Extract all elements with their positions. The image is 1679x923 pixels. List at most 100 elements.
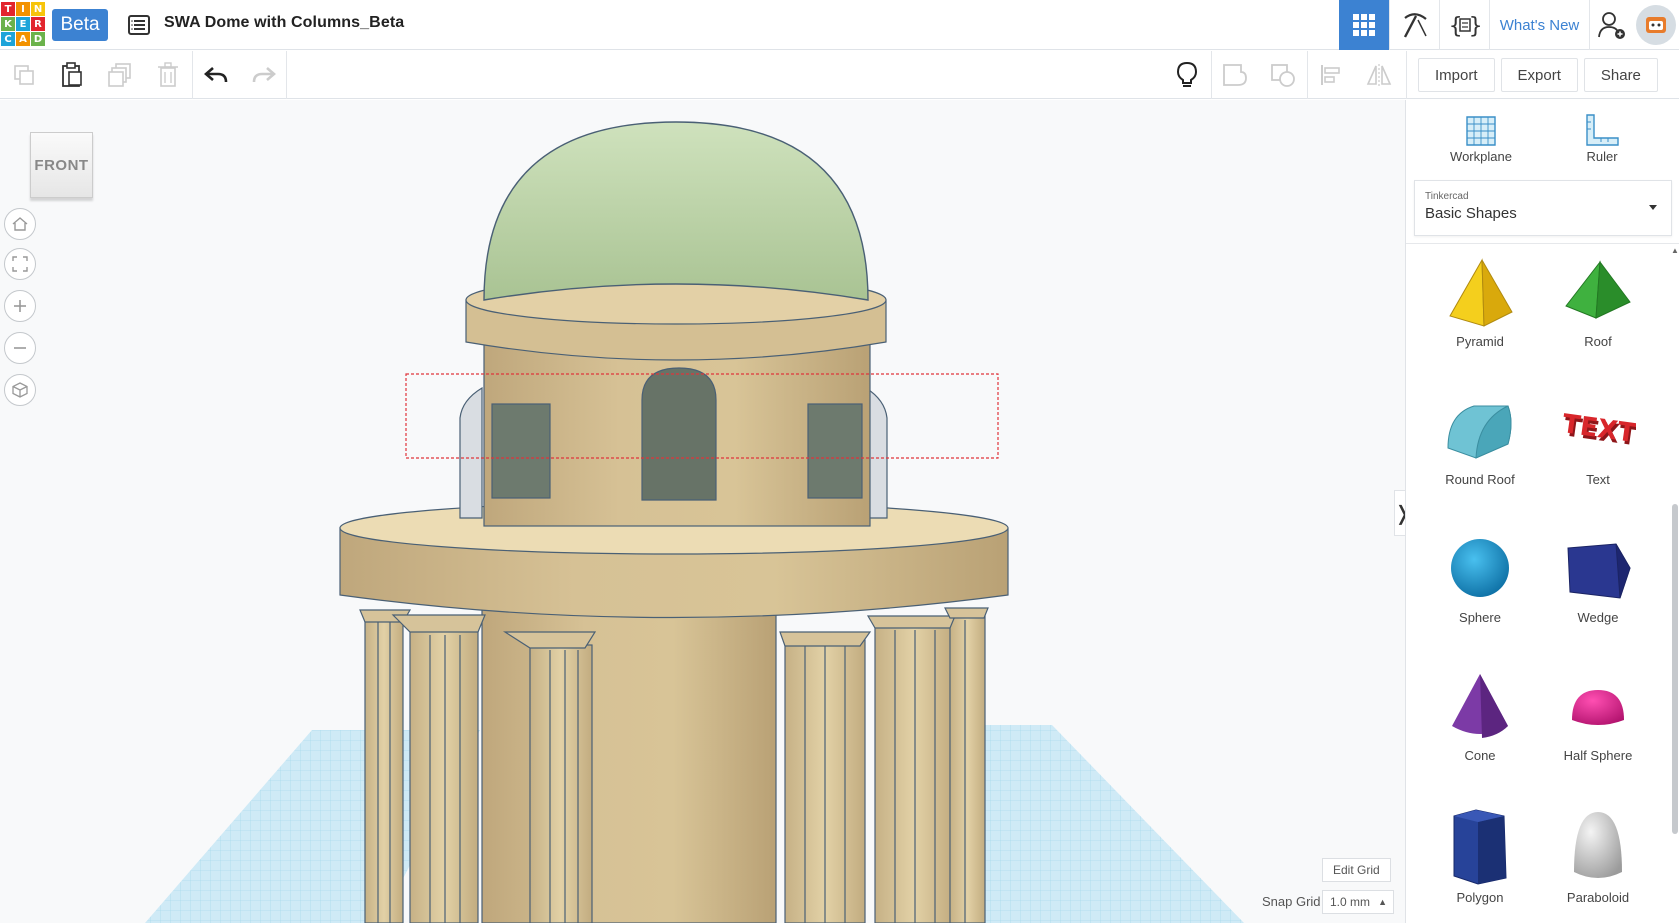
shapes-scrollbar[interactable]: ▲ [1669, 246, 1679, 923]
cube-icon [12, 382, 28, 398]
logo-letter: N [31, 2, 45, 16]
shape-sphere[interactable]: Sphere [1421, 522, 1539, 656]
shape-wedge[interactable]: Wedge [1539, 522, 1657, 656]
logo-letter: K [1, 17, 15, 31]
design-list-icon[interactable] [127, 13, 151, 37]
edit-actions [0, 51, 192, 99]
half-sphere-icon [1572, 690, 1624, 725]
panel-divider [1406, 243, 1679, 244]
history-actions [192, 51, 288, 99]
3d-design-view-button[interactable] [1339, 0, 1389, 50]
whats-new-link[interactable]: What's New [1489, 0, 1589, 50]
mirror-button[interactable] [1355, 51, 1403, 99]
shape-label: Wedge [1577, 610, 1619, 625]
paste-icon [62, 62, 82, 87]
user-avatar-button[interactable] [1633, 0, 1679, 50]
align-button[interactable] [1307, 51, 1355, 99]
duplicate-button[interactable] [96, 51, 144, 99]
zoom-out-button[interactable] [4, 332, 36, 364]
copy-button[interactable] [0, 51, 48, 99]
tinkercad-logo[interactable]: T I N K E R C A D [0, 1, 45, 47]
shape-pyramid[interactable]: Pyramid [1421, 246, 1539, 380]
svg-text:}: } [1469, 14, 1481, 39]
pickaxe-icon [1403, 13, 1427, 38]
grid-icon [1353, 14, 1375, 36]
toolbar-divider [286, 51, 287, 99]
minus-icon [14, 347, 26, 349]
text-shape-icon: TEXTTEXT [1560, 409, 1636, 452]
home-view-button[interactable] [4, 208, 36, 240]
copy-icon [14, 65, 34, 85]
fit-icon [12, 256, 28, 272]
shape-label: Cone [1464, 748, 1496, 763]
shapes-panel: Workplane Ruler Tinkercad Basic Shapes P… [1405, 100, 1679, 923]
shape-text[interactable]: TEXT TEXT Text [1539, 384, 1657, 518]
invite-user-button[interactable] [1589, 0, 1633, 50]
snap-grid-select[interactable]: 1.0 mm ▲ [1322, 890, 1394, 914]
caret-down-icon [1649, 205, 1657, 210]
shape-label: Half Sphere [1563, 748, 1633, 763]
shape-label: Text [1586, 472, 1610, 487]
projection-toggle-button[interactable] [4, 374, 36, 406]
shape-paraboloid[interactable]: Paraboloid [1539, 798, 1657, 923]
ungroup-button[interactable] [1259, 51, 1307, 99]
ruler-label: Ruler [1586, 149, 1618, 164]
code-braces-icon: {} [1449, 14, 1481, 39]
codeblocks-view-button[interactable]: {} [1439, 0, 1489, 50]
workplane-icon [1466, 116, 1496, 146]
undo-button[interactable] [192, 51, 240, 99]
ruler-tool[interactable]: Ruler [1542, 100, 1662, 170]
scene-canvas[interactable] [0, 100, 1405, 923]
shape-library-select[interactable]: Tinkercad Basic Shapes [1414, 180, 1672, 236]
align-icon [1321, 65, 1340, 85]
paraboloid-icon [1574, 812, 1622, 878]
roof-icon [1565, 260, 1631, 319]
paste-button[interactable] [48, 51, 96, 99]
duplicate-icon [108, 63, 131, 87]
delete-button[interactable] [144, 51, 192, 99]
toolbar-divider [1211, 51, 1212, 99]
library-name: Basic Shapes [1425, 205, 1517, 222]
export-button[interactable]: Export [1500, 58, 1578, 92]
undo-icon [204, 67, 228, 83]
3d-viewport[interactable]: FRONT Edit Grid Snap Grid 1.0 mm ▲ [0, 100, 1405, 923]
workplane-tool[interactable]: Workplane [1421, 100, 1541, 170]
pyramid-icon [1449, 258, 1513, 327]
top-header: T I N K E R C A D Beta SWA Dome with Col… [0, 0, 1679, 50]
scrollbar-thumb[interactable] [1672, 504, 1678, 834]
group-button[interactable] [1211, 51, 1259, 99]
view-cube[interactable]: FRONT [30, 132, 93, 198]
shape-label: Sphere [1459, 610, 1501, 625]
share-button[interactable]: Share [1583, 58, 1658, 92]
blocks-view-button[interactable] [1389, 0, 1439, 50]
logo-letter: I [16, 2, 30, 16]
redo-button[interactable] [240, 51, 288, 99]
wedge-icon [1567, 543, 1631, 599]
shape-roof[interactable]: Roof [1539, 246, 1657, 380]
caret-up-icon: ▲ [1378, 897, 1387, 907]
import-button[interactable]: Import [1418, 58, 1495, 92]
shape-cone[interactable]: Cone [1421, 660, 1539, 794]
edit-toolbar: Import Export Share [0, 51, 1679, 99]
dome[interactable] [483, 121, 869, 301]
shape-polygon[interactable]: Polygon [1421, 798, 1539, 923]
shape-half-sphere[interactable]: Half Sphere [1539, 660, 1657, 794]
scroll-up-icon[interactable]: ▲ [1671, 246, 1679, 255]
logo-letter: R [31, 17, 45, 31]
notes-tool-button[interactable] [1163, 51, 1211, 99]
fit-view-button[interactable] [4, 248, 36, 280]
shape-round-roof[interactable]: Round Roof [1421, 384, 1539, 518]
logo-letter: D [31, 32, 45, 46]
trash-icon [158, 62, 178, 87]
avatar [1636, 5, 1676, 45]
library-source: Tinkercad [1425, 191, 1469, 202]
ungroup-icon [1271, 64, 1295, 87]
shape-label: Polygon [1456, 890, 1504, 905]
shape-label: Paraboloid [1566, 890, 1630, 905]
beta-badge[interactable]: Beta [52, 9, 108, 41]
edit-grid-button[interactable]: Edit Grid [1322, 858, 1391, 882]
mirror-icon [1366, 64, 1392, 86]
zoom-in-button[interactable] [4, 290, 36, 322]
logo-letter: T [1, 2, 15, 16]
document-title[interactable]: SWA Dome with Columns_Beta [164, 14, 404, 32]
